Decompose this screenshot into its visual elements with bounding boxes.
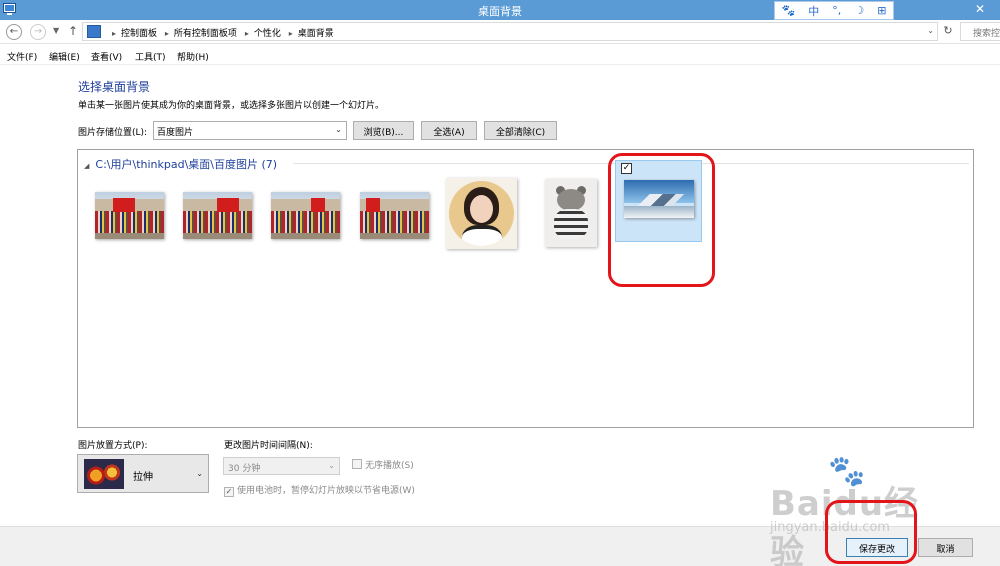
breadcrumb-all-items[interactable]: 所有控制面板项 [174, 29, 237, 39]
up-level-icon[interactable]: ↑ [68, 24, 78, 38]
address-field[interactable]: ▸ 控制面板 ▸ 所有控制面板项 ▸ 个性化 ▸ 桌面背景 ⌄ [82, 22, 938, 41]
location-label: 图片存储位置(L): [78, 128, 148, 138]
control-panel-icon [87, 25, 101, 38]
refresh-icon[interactable]: ↻ [940, 24, 956, 40]
shuffle-label: 无序播放(S) [365, 461, 414, 471]
battery-label: 使用电池时，暂停幻灯片放映以节省电源(W) [237, 486, 415, 496]
location-value: 百度图片 [157, 128, 194, 138]
forward-button[interactable]: → [30, 24, 46, 40]
moon-icon[interactable]: ☽ [854, 4, 864, 17]
picture-list[interactable]: ◢ C:\用户\thinkpad\桌面\百度图片 (7) ✓ [77, 149, 974, 428]
position-select[interactable]: 拉伸 ⌄ [77, 454, 209, 493]
interval-label: 更改图片时间间隔(N): [224, 441, 313, 451]
menu-help[interactable]: 帮助(H) [177, 50, 209, 63]
interval-value: 30 分钟 [228, 464, 261, 474]
highlight-save-button [825, 500, 917, 564]
breadcrumb-personalization[interactable]: 个性化 [254, 29, 281, 39]
collapse-triangle-icon[interactable]: ◢ [84, 162, 89, 170]
location-select[interactable]: 百度图片 ⌄ [153, 121, 347, 140]
ime-toolbar[interactable]: 🐾 中 °, ☽ ⊞ [774, 1, 894, 20]
close-window-button[interactable]: ✕ [970, 2, 990, 18]
chevron-down-icon: ⌄ [196, 469, 203, 478]
page-title: 选择桌面背景 [78, 80, 151, 94]
chevron-down-icon: ⌄ [328, 461, 335, 470]
picture-thumbnail-3[interactable] [271, 192, 340, 239]
battery-option[interactable]: ✓ 使用电池时，暂停幻灯片放映以节省电源(W) [224, 483, 415, 497]
menu-tools[interactable]: 工具(T) [135, 50, 166, 63]
chevron-down-icon[interactable]: ⌄ [927, 26, 934, 35]
shuffle-checkbox[interactable] [352, 459, 362, 469]
menu-edit[interactable]: 编辑(E) [49, 50, 80, 63]
recent-pages-icon[interactable]: ▼ [53, 26, 59, 35]
breadcrumb-control-panel[interactable]: 控制面板 [121, 29, 157, 39]
search-input[interactable]: 搜索控 [960, 22, 1000, 41]
position-preview-icon [84, 459, 124, 489]
breadcrumb: ▸ 控制面板 ▸ 所有控制面板项 ▸ 个性化 ▸ 桌面背景 [112, 29, 334, 39]
menu-view[interactable]: 查看(V) [91, 50, 122, 63]
address-bar: ← → ▼ ↑ ▸ 控制面板 ▸ 所有控制面板项 ▸ 个性化 ▸ 桌面背景 ⌄ ↻ 搜索… [0, 20, 1000, 44]
battery-checkbox[interactable]: ✓ [224, 487, 234, 497]
menu-bar: 文件(F) 编辑(E) 查看(V) 工具(T) 帮助(H) [0, 45, 1000, 65]
page-description: 单击某一张图片使其成为你的桌面背景，或选择多张图片以创建一个幻灯片。 [78, 101, 385, 111]
picture-thumbnail-5[interactable] [446, 178, 517, 249]
menu-file[interactable]: 文件(F) [7, 50, 37, 63]
ime-punctuation[interactable]: °, [832, 4, 841, 17]
position-label: 图片放置方式(P): [78, 441, 148, 451]
select-all-button[interactable]: 全选(A) [421, 121, 477, 140]
shuffle-option[interactable]: 无序播放(S) [352, 458, 414, 471]
highlight-selected-picture [608, 153, 715, 287]
grid-icon[interactable]: ⊞ [877, 4, 886, 17]
interval-select[interactable]: 30 分钟 ⌄ [223, 457, 340, 475]
chevron-down-icon: ⌄ [335, 125, 342, 134]
title-bar: 桌面背景 🐾 中 °, ☽ ⊞ ✕ [0, 0, 1000, 20]
paw-icon[interactable]: 🐾 [782, 4, 796, 17]
picture-thumbnail-2[interactable] [183, 192, 252, 239]
picture-thumbnail-1[interactable] [95, 192, 164, 239]
breadcrumb-desktop-background[interactable]: 桌面背景 [298, 29, 334, 39]
browse-button[interactable]: 浏览(B)... [353, 121, 414, 140]
position-value: 拉伸 [133, 472, 153, 483]
ime-mode-chinese[interactable]: 中 [808, 3, 819, 19]
clear-all-button[interactable]: 全部清除(C) [484, 121, 557, 140]
picture-thumbnail-4[interactable] [360, 192, 429, 239]
picture-group-header[interactable]: ◢ C:\用户\thinkpad\桌面\百度图片 (7) [84, 156, 277, 172]
picture-group-path: C:\用户\thinkpad\桌面\百度图片 (7) [95, 158, 278, 171]
picture-thumbnail-6[interactable] [545, 179, 597, 247]
back-button[interactable]: ← [6, 24, 22, 40]
